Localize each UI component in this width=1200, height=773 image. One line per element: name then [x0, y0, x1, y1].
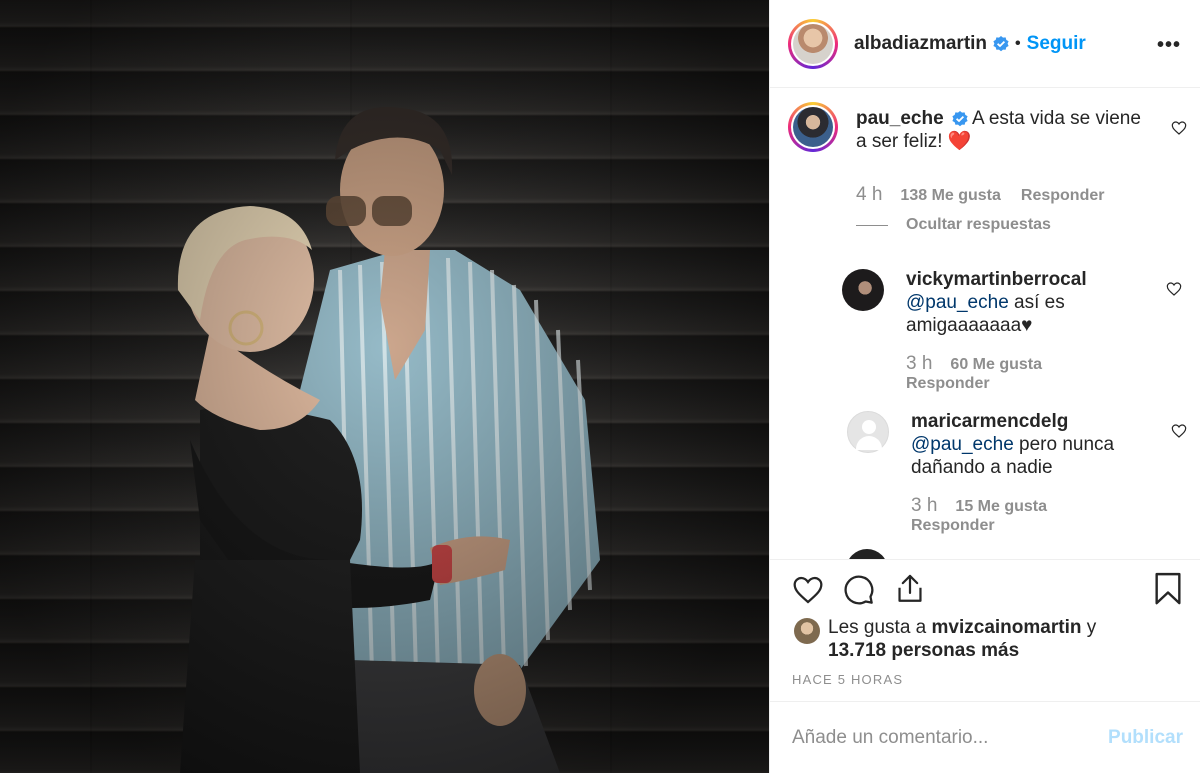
hide-replies-button[interactable]: Ocultar respuestas	[856, 216, 1051, 234]
author-username[interactable]: albadiazmartin	[854, 33, 987, 55]
reply-respond-button[interactable]: Responder	[906, 375, 990, 392]
comment-input[interactable]	[792, 724, 1092, 752]
caption-meta: 4 h 138 Me gusta Responder	[856, 184, 1104, 206]
photo-vignette	[0, 0, 769, 773]
caption-username[interactable]: pau_eche	[856, 108, 944, 129]
caption-time[interactable]: 4 h	[856, 184, 882, 205]
liked-by-avatar[interactable]	[794, 618, 820, 644]
reply-text-block: maricarmencdelg @pau_eche pero nunca dañ…	[911, 410, 1131, 479]
caption-likes[interactable]: 138 Me gusta	[900, 187, 1000, 204]
post-side-panel: albadiazmartin • Seguir ••• pau_eche A e…	[769, 0, 1200, 773]
liked-by-prefix: Les gusta a	[828, 617, 932, 638]
post-timestamp[interactable]: HACE 5 HORAS	[792, 672, 903, 687]
reply-likes[interactable]: 60 Me gusta	[950, 356, 1042, 373]
post-actions: Les gusta a mvizcainomartin y 13.718 per…	[770, 559, 1200, 701]
reply-meta: 3 h 60 Me gusta Responder	[906, 353, 1042, 393]
caption-avatar[interactable]	[788, 102, 838, 152]
post-photo[interactable]	[0, 0, 769, 773]
caption-reply-button[interactable]: Responder	[1021, 187, 1105, 204]
comments-list[interactable]: pau_eche A esta vida se viene a ser feli…	[770, 88, 1200, 559]
reply-username[interactable]: maricarmencdelg	[911, 411, 1068, 432]
verified-badge-icon	[993, 35, 1009, 51]
like-heart-icon[interactable]	[792, 574, 824, 606]
hide-replies-label: Ocultar respuestas	[906, 216, 1051, 233]
next-reply-avatar-partial	[846, 549, 888, 559]
replies-divider-line	[856, 224, 888, 226]
publish-button[interactable]: Publicar	[1108, 727, 1183, 749]
liked-by-user[interactable]: mvizcainomartin	[932, 617, 1082, 638]
liked-by-others[interactable]: 13.718 personas más	[828, 640, 1019, 661]
reply-text-block: vickymartinberrocal @pau_eche así es ami…	[906, 268, 1126, 337]
reply-time[interactable]: 3 h	[906, 353, 932, 374]
verified-badge-icon	[952, 110, 968, 127]
reply-meta: 3 h 15 Me gusta Responder	[911, 495, 1047, 535]
like-reply-heart-icon[interactable]	[1166, 281, 1182, 297]
reply-time[interactable]: 3 h	[911, 495, 937, 516]
reply-respond-button[interactable]: Responder	[911, 517, 995, 534]
author-avatar[interactable]	[788, 18, 838, 69]
reply-mention[interactable]: @pau_eche	[911, 434, 1014, 455]
follow-button[interactable]: Seguir	[1027, 33, 1086, 55]
share-icon[interactable]	[894, 572, 926, 606]
caption-text-block: pau_eche A esta vida se viene a ser feli…	[856, 107, 1146, 153]
like-reply-heart-icon[interactable]	[1171, 423, 1187, 439]
reply-mention[interactable]: @pau_eche	[906, 292, 1009, 313]
reply-avatar[interactable]	[842, 269, 884, 311]
reply-username[interactable]: vickymartinberrocal	[906, 269, 1087, 290]
like-comment-heart-icon[interactable]	[1171, 120, 1187, 136]
reply-likes[interactable]: 15 Me gusta	[955, 498, 1047, 515]
reply-avatar[interactable]	[847, 411, 889, 453]
liked-by-conj: y	[1081, 617, 1097, 638]
post-header: albadiazmartin • Seguir •••	[770, 0, 1200, 88]
save-bookmark-icon[interactable]	[1153, 572, 1183, 606]
add-comment-bar: Publicar	[770, 701, 1200, 773]
more-options-icon[interactable]: •••	[1157, 34, 1181, 57]
comment-icon[interactable]	[843, 574, 875, 606]
header-separator: •	[1015, 34, 1021, 52]
